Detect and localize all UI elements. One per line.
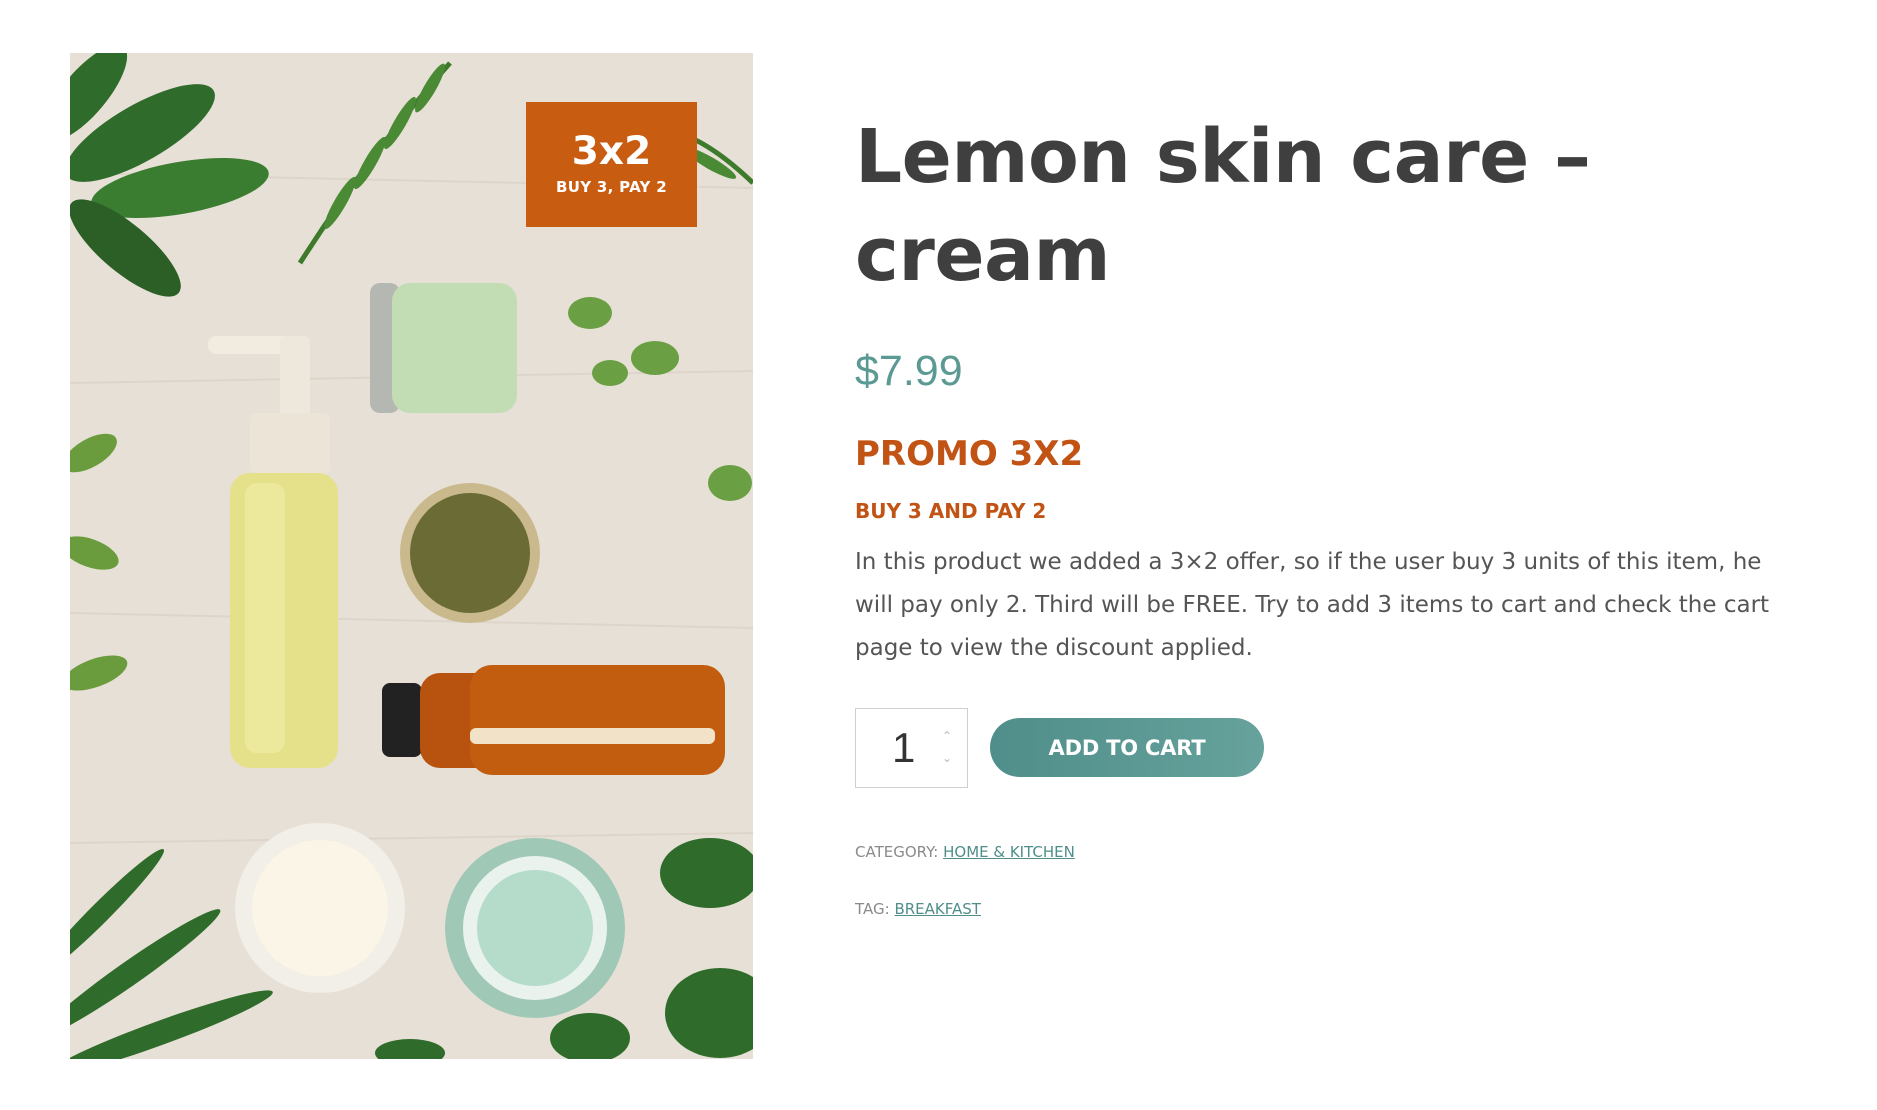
tag-row: TAG: BREAKFAST: [855, 899, 1795, 919]
product-summary: Lemon skin care – cream $7.99 PROMO 3X2 …: [855, 108, 1795, 919]
promo-badge-main: 3x2: [571, 129, 652, 174]
promo-subheading: BUY 3 AND PAY 2: [855, 499, 1047, 523]
chevron-down-icon[interactable]: ⌄: [940, 751, 954, 765]
promo-badge-sub: BUY 3, PAY 2: [556, 178, 667, 196]
promo-badge: 3x2 BUY 3, PAY 2: [526, 102, 697, 227]
category-link[interactable]: HOME & KITCHEN: [943, 843, 1075, 861]
product-image[interactable]: 3x2 BUY 3, PAY 2: [70, 53, 753, 1059]
add-to-cart-form: 1 ⌃ ⌄ ADD TO CART: [855, 708, 1795, 788]
product-title: Lemon skin care – cream: [855, 114, 1591, 298]
add-to-cart-button[interactable]: ADD TO CART: [990, 718, 1264, 777]
product-price: $7.99: [855, 347, 963, 395]
category-row: CATEGORY: HOME & KITCHEN: [855, 842, 1795, 862]
product-description: In this product we added a 3×2 offer, so…: [855, 549, 1770, 661]
category-label: CATEGORY:: [855, 843, 939, 861]
tag-link[interactable]: BREAKFAST: [894, 900, 980, 918]
product-meta: CATEGORY: HOME & KITCHEN TAG: BREAKFAST: [855, 842, 1795, 919]
promo-heading: PROMO 3X2: [855, 434, 1084, 474]
tag-label: TAG:: [855, 900, 890, 918]
chevron-up-icon[interactable]: ⌃: [940, 729, 954, 743]
quantity-input[interactable]: 1: [892, 723, 915, 773]
quantity-stepper[interactable]: 1 ⌃ ⌄: [855, 708, 968, 788]
